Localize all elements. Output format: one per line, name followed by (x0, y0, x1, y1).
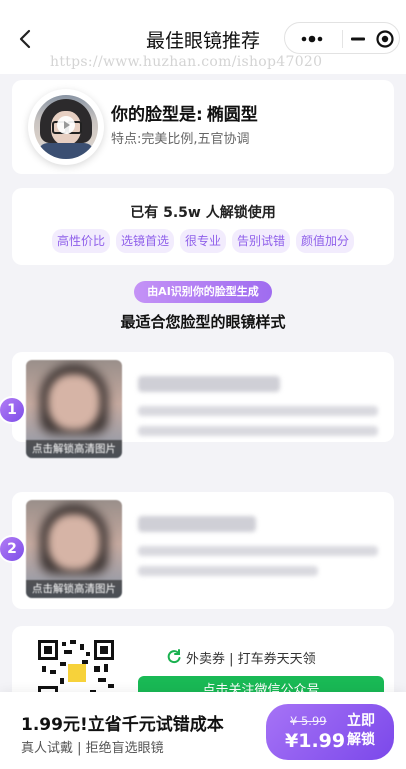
ai-badge: 由AI识别你的脸型生成 (134, 281, 272, 303)
face-profile-card: 你的脸型是: 椭圆型 特点:完美比例,五官协调 (12, 80, 394, 174)
watermark-text: https://www.huzhan.com/ishop47020 (50, 54, 323, 70)
play-icon (57, 116, 75, 134)
refresh-icon (167, 649, 181, 664)
tag: 选镜首选 (115, 229, 174, 253)
blurred-style-title (138, 376, 280, 392)
glasses-style-card[interactable]: 点击解锁高清图片 (12, 492, 394, 609)
tag: 很专业 (179, 229, 226, 253)
avatar[interactable] (28, 89, 104, 165)
promo-subtitle: 真人试戴 | 拒绝盲选眼镜 (21, 741, 164, 756)
face-type-value: 椭圆型 (206, 105, 258, 125)
unlock-hd-image-label: 点击解锁高清图片 (26, 440, 122, 458)
unlock-stats-card: 已有 5.5w 人解锁使用 高性价比 选镜首选 很专业 告别试错 颜值加分 (12, 188, 394, 265)
face-features: 特点:完美比例,五官协调 (111, 132, 250, 147)
close-button[interactable] (371, 23, 399, 55)
face-type-label: 你的脸型是: (111, 105, 203, 125)
minimize-icon (351, 37, 365, 41)
blurred-thumbnail[interactable]: 点击解锁高清图片 (26, 360, 122, 458)
section-title: 最适合您脸型的眼镜样式 (120, 313, 286, 331)
coupon-text: 外卖券 | 打车券天天领 (186, 652, 316, 667)
coupon-promo-text: 外卖券 | 打车券天天领 (167, 648, 316, 667)
style-index-badge: 1 (0, 398, 24, 422)
unlock-now-button[interactable]: ¥ 5.99 ¥1.99 立即解锁 (266, 704, 394, 760)
unlock-hd-image-label: 点击解锁高清图片 (26, 580, 122, 598)
avatar-photo (34, 95, 98, 159)
face-type-heading: 你的脸型是: 椭圆型 (111, 100, 258, 125)
more-button[interactable] (285, 23, 342, 55)
buy-label: 立即解锁 (347, 713, 375, 748)
blurred-thumbnail[interactable]: 点击解锁高清图片 (26, 500, 122, 598)
tag-list: 高性价比 选镜首选 很专业 告别试错 颜值加分 (12, 229, 394, 253)
blurred-style-desc (138, 546, 378, 556)
tag: 告别试错 (232, 229, 291, 253)
more-dots-icon (301, 35, 323, 43)
tag: 颜值加分 (296, 229, 355, 253)
blurred-style-desc (138, 566, 318, 576)
original-price: ¥ 5.99 (290, 714, 327, 728)
target-close-icon (376, 30, 394, 48)
blurred-style-title (138, 516, 256, 532)
blurred-style-desc (138, 406, 378, 416)
unlock-count-title: 已有 5.5w 人解锁使用 (130, 205, 276, 221)
promo-title: 1.99元!立省千元试错成本 (21, 715, 224, 735)
mini-program-capsule (284, 22, 400, 54)
blurred-style-desc (138, 426, 378, 436)
style-index-badge: 2 (0, 537, 24, 561)
tag: 高性价比 (51, 229, 110, 253)
glasses-style-card[interactable]: 点击解锁高清图片 (12, 352, 394, 458)
minimize-button[interactable] (343, 23, 371, 55)
current-price: ¥1.99 (285, 730, 346, 752)
nav-bar: 最佳眼镜推荐 https://www.huzhan.com/ishop47020 (0, 0, 406, 74)
